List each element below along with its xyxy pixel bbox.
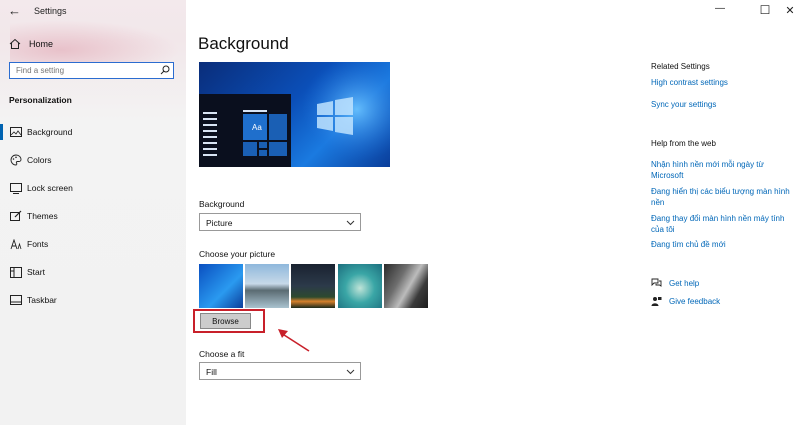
link-high-contrast[interactable]: High contrast settings xyxy=(651,77,796,88)
help-web-heading: Help from the web xyxy=(651,139,716,148)
sidebar-item-label: Colors xyxy=(27,155,52,165)
search-icon[interactable] xyxy=(160,65,170,75)
search-box[interactable] xyxy=(9,62,174,79)
get-help-link[interactable]: Get help xyxy=(651,278,699,288)
close-button[interactable]: ✕ xyxy=(780,4,800,17)
page-title: Background xyxy=(198,34,289,53)
link-daily-wallpaper[interactable]: Nhận hình nền mới mỗi ngày từ Microsoft xyxy=(651,159,796,181)
link-find-themes[interactable]: Đang tìm chủ đề mới xyxy=(651,239,796,250)
back-arrow-icon[interactable]: ← xyxy=(8,3,21,18)
taskbar-icon xyxy=(9,293,23,307)
background-label: Background xyxy=(199,199,245,209)
minimize-button[interactable]: — xyxy=(710,3,730,14)
sidebar-item-label: Themes xyxy=(27,211,58,221)
sidebar-item-themes[interactable]: Themes xyxy=(0,205,186,227)
sidebar-item-label: Fonts xyxy=(27,239,49,249)
feedback-person-icon xyxy=(651,297,662,306)
sidebar-item-label: Lock screen xyxy=(27,183,73,193)
picture-icon xyxy=(9,125,23,139)
sidebar-item-colors[interactable]: Colors xyxy=(0,149,186,171)
sidebar-item-label: Taskbar xyxy=(27,295,57,305)
sidebar-item-start[interactable]: Start xyxy=(0,261,186,283)
background-dropdown[interactable]: Picture xyxy=(199,213,361,231)
annotation-arrow xyxy=(278,329,310,352)
thumbnail-beach[interactable] xyxy=(245,264,289,308)
start-icon xyxy=(9,265,23,279)
background-preview: Aa xyxy=(199,62,390,167)
thumbnail-night-sky[interactable] xyxy=(291,264,335,308)
fit-dropdown[interactable]: Fill xyxy=(199,362,361,380)
thumbnail-windows[interactable] xyxy=(199,264,243,308)
chevron-down-icon xyxy=(346,369,355,375)
home-nav-item[interactable]: Home xyxy=(9,38,53,50)
sidebar-item-label: Start xyxy=(27,267,45,277)
related-settings-heading: Related Settings xyxy=(651,62,710,71)
fit-dropdown-value: Fill xyxy=(206,367,217,377)
link-desktop-icons[interactable]: Đang hiển thị các biểu tượng màn hình nề… xyxy=(651,186,796,208)
chevron-down-icon xyxy=(346,220,355,226)
lock-screen-icon xyxy=(9,181,23,195)
link-sync-settings[interactable]: Sync your settings xyxy=(651,99,796,110)
window-title: Settings xyxy=(34,6,67,16)
get-help-label: Get help xyxy=(669,278,700,288)
sidebar-item-fonts[interactable]: Fonts xyxy=(0,233,186,255)
thumbnail-rock[interactable] xyxy=(384,264,428,308)
browse-button[interactable]: Browse xyxy=(200,313,251,329)
thumbnail-underwater[interactable] xyxy=(338,264,382,308)
palette-icon xyxy=(9,153,23,167)
chat-help-icon xyxy=(651,278,662,287)
give-feedback-link[interactable]: Give feedback xyxy=(651,296,720,307)
choose-picture-label: Choose your picture xyxy=(199,249,276,259)
sidebar-item-lock-screen[interactable]: Lock screen xyxy=(0,177,186,199)
search-input[interactable] xyxy=(16,66,156,75)
background-dropdown-value: Picture xyxy=(206,218,233,228)
sidebar-item-background[interactable]: Background xyxy=(0,121,186,143)
section-heading: Personalization xyxy=(9,95,72,105)
brush-icon xyxy=(9,209,23,223)
home-icon xyxy=(9,38,21,49)
title-bar: ← Settings — ☐ ✕ xyxy=(0,0,800,24)
fonts-icon xyxy=(9,237,23,251)
choose-fit-label: Choose a fit xyxy=(199,349,245,359)
sidebar-item-taskbar[interactable]: Taskbar xyxy=(0,289,186,311)
maximize-button[interactable]: ☐ xyxy=(755,3,775,17)
sidebar-item-label: Background xyxy=(27,127,73,137)
link-change-wallpaper[interactable]: Đang thay đổi màn hình nền máy tính của … xyxy=(651,213,796,235)
preview-tile-label: Aa xyxy=(252,123,262,132)
give-feedback-label: Give feedback xyxy=(669,297,721,306)
home-label: Home xyxy=(29,39,54,49)
